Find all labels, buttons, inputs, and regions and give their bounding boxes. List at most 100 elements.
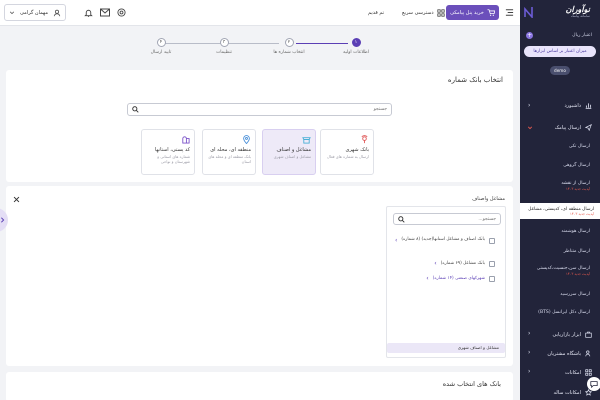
nav-sub-bts[interactable]: ارسال دکل ایرانسل (BTS) [538,310,590,315]
chart-icon [585,102,592,109]
selected-banks-card: بانک های انتخاب شده [6,372,513,400]
tree-item[interactable]: بانک اصناف و مشاغل استانها(جدید) (۸ شمار… [387,237,495,244]
nav-sub-label: ارسال سن،جنسیت،کدپستی [536,266,590,271]
nav-customers[interactable]: باشگاه مشتریان [547,350,592,357]
tree-item-label: شهرکهای صنعتی (۱۴ شماره) [432,276,485,281]
chevron-right-icon[interactable]: › [434,260,436,267]
nav-send-sms-label: ارسال پیامک [554,124,581,131]
step-number: ۱ [351,38,361,47]
selected-banks-title: بانک های انتخاب شده [442,380,501,388]
option-title: مشاغل و اصناف [276,147,311,153]
option-city-bank[interactable]: بانک شهری ارسال به شماره های فعال [320,129,374,175]
chevron-icon: › [528,330,531,337]
step-4[interactable]: ۴ تایید ارسال [143,38,179,55]
chat-fab[interactable] [587,377,600,391]
bell-icon[interactable] [84,8,93,17]
nav-sub-due[interactable]: ارسال سررسید [560,292,590,297]
option-desc: شماره های استانی و شهرستان و نواحی [157,154,190,164]
option-desc: مشاغل و اصناف شهری [273,154,311,159]
chat-icon [590,380,598,388]
bank-search[interactable] [127,103,392,116]
step-label: تایید ارسال [150,50,172,55]
buy-panel-label: خرید پنل پیامکی [450,9,484,16]
nav-send-sms[interactable]: ارسال پیامک [555,124,592,131]
chevron-right-icon[interactable]: › [395,237,397,244]
nav-sub-group[interactable]: ارسال گروهی [563,163,590,168]
jobs-search-input[interactable] [405,216,496,222]
step-1[interactable]: ۱ اطلاعات اولیه [338,38,374,55]
grid-icon [585,369,592,376]
nav-sub-label: ارسال از نقشه [561,181,590,186]
checkbox[interactable] [489,260,495,267]
nav-sub-regional-active[interactable]: ارسال منطقه ای، کدپستی، مشاغل آپدیت جدید… [520,203,600,219]
step-3[interactable]: ۳ تنظیمات [206,38,242,55]
nav-marketing-label: ابزار بازاریابی [552,331,581,338]
buy-panel-button[interactable]: خرید پنل پیامکی [446,5,499,20]
step-label: تنظیمات [216,50,232,55]
nav-sub-map[interactable]: ارسال از نقشه آپدیت جدید ۱۴۰۳ [561,181,590,191]
step-label: اطلاعات اولیه [343,50,369,55]
tree-item-label: بانک مشاغل (۶۹ شماره) [440,261,485,266]
bank-section-title: انتخاب بانک شماره [447,76,503,84]
checkbox[interactable] [489,237,495,244]
demo-label: demo [554,68,566,73]
search-icon [132,106,139,113]
step-number: ۴ [156,38,166,47]
credit-label: اعتبار ریال [572,33,592,38]
jobs-search[interactable] [393,213,501,225]
update-tag: آپدیت جدید ۱۴۰۳ [566,187,590,191]
nav-sub-smart[interactable]: ارسال هوشمند [561,229,590,234]
mailbox-icon [146,135,190,144]
jobs-panel: مشاغل واصناف بانک اصناف و مشاغل استانها(… [6,186,513,366]
search-icon [398,215,405,223]
mail-icon[interactable] [100,8,110,17]
chevron-icon: › [528,368,531,375]
nav-sub-age-gender[interactable]: ارسال سن،جنسیت،کدپستی آپدیت جدید ۱۴۰۳ [537,266,590,276]
brand-logo[interactable]: نوآوران سامانه پیامک [532,4,590,22]
nav-dashboard[interactable]: داشبورد [564,102,592,109]
free-trial-link[interactable]: تم قدیم [368,7,384,19]
option-regional[interactable]: منطقه ای، محله ای بانک منطقه ای و محله ه… [202,129,256,175]
update-tag: آپدیت جدید ۱۴۰۳ [566,272,590,276]
demo-badge: demo [550,66,570,75]
nav-sub-label: ارسال دکل ایرانسل (BTS) [538,310,590,315]
tree-item[interactable]: بانک مشاغل (۶۹ شماره) › [387,260,495,267]
plus-icon[interactable]: + [526,32,533,39]
nav-sub-label: ارسال سررسید [560,292,590,297]
nav-features[interactable]: امکانات [565,369,592,376]
option-postal[interactable]: کد پستی، استانها شماره های استانی و شهرس… [141,129,195,175]
bank-search-input[interactable] [139,107,387,112]
nav-features-label: امکانات [565,369,581,376]
option-desc: ارسال به شماره های فعال [327,154,369,159]
option-jobs[interactable]: مشاغل و اصناف مشاغل و اصناف شهری [262,129,316,175]
user-menu[interactable]: مهمان گرامی [4,4,66,21]
nav-marketing[interactable]: ابزار بازاریابی [552,331,592,338]
chevron-down-icon [9,10,15,16]
quick-access-link[interactable]: دسترسی سریع [402,7,445,19]
chevron-down-icon [527,125,533,131]
close-icon[interactable] [13,196,20,203]
nav-dashboard-label: داشبورد [564,102,581,109]
credit-row: اعتبار ریال [572,33,592,38]
credit-button[interactable]: میزان اعتبار بر اساس ابزارها [524,46,596,57]
logo-mark-icon [524,6,533,18]
nav-yearly-label: امکانات ساله [553,389,581,396]
option-desc: بانک منطقه ای و محله های استان [208,154,251,164]
option-title: بانک شهری [345,147,369,153]
chevron-right-icon [0,217,5,223]
nav-customers-label: باشگاه مشتریان [547,350,581,357]
menu-toggle-icon[interactable] [505,8,514,17]
update-tag: آپدیت جدید ۱۴۰۳ [570,212,594,216]
nav-sub-single[interactable]: ارسال تکی [569,144,590,149]
nav-sub-matching[interactable]: ارسال متناظر [564,249,590,254]
wizard-stepper: ۱ اطلاعات اولیه ۲ انتخاب شماره ها ۳ تنظی… [0,27,520,67]
chevron-right-icon[interactable]: › [426,275,428,282]
support-icon[interactable] [117,8,126,17]
tree-item[interactable]: شهرکهای صنعتی (۱۴ شماره) › [387,275,495,282]
nav-yearly[interactable]: امکانات ساله [554,389,592,396]
nav-sub-label: ارسال متناظر [563,249,590,254]
checkbox[interactable] [489,275,495,282]
free-trial-label: تم قدیم [368,10,385,16]
selected-chip: مشاغل و اصناف شهری [387,343,505,353]
step-2[interactable]: ۲ انتخاب شماره ها [271,38,307,55]
